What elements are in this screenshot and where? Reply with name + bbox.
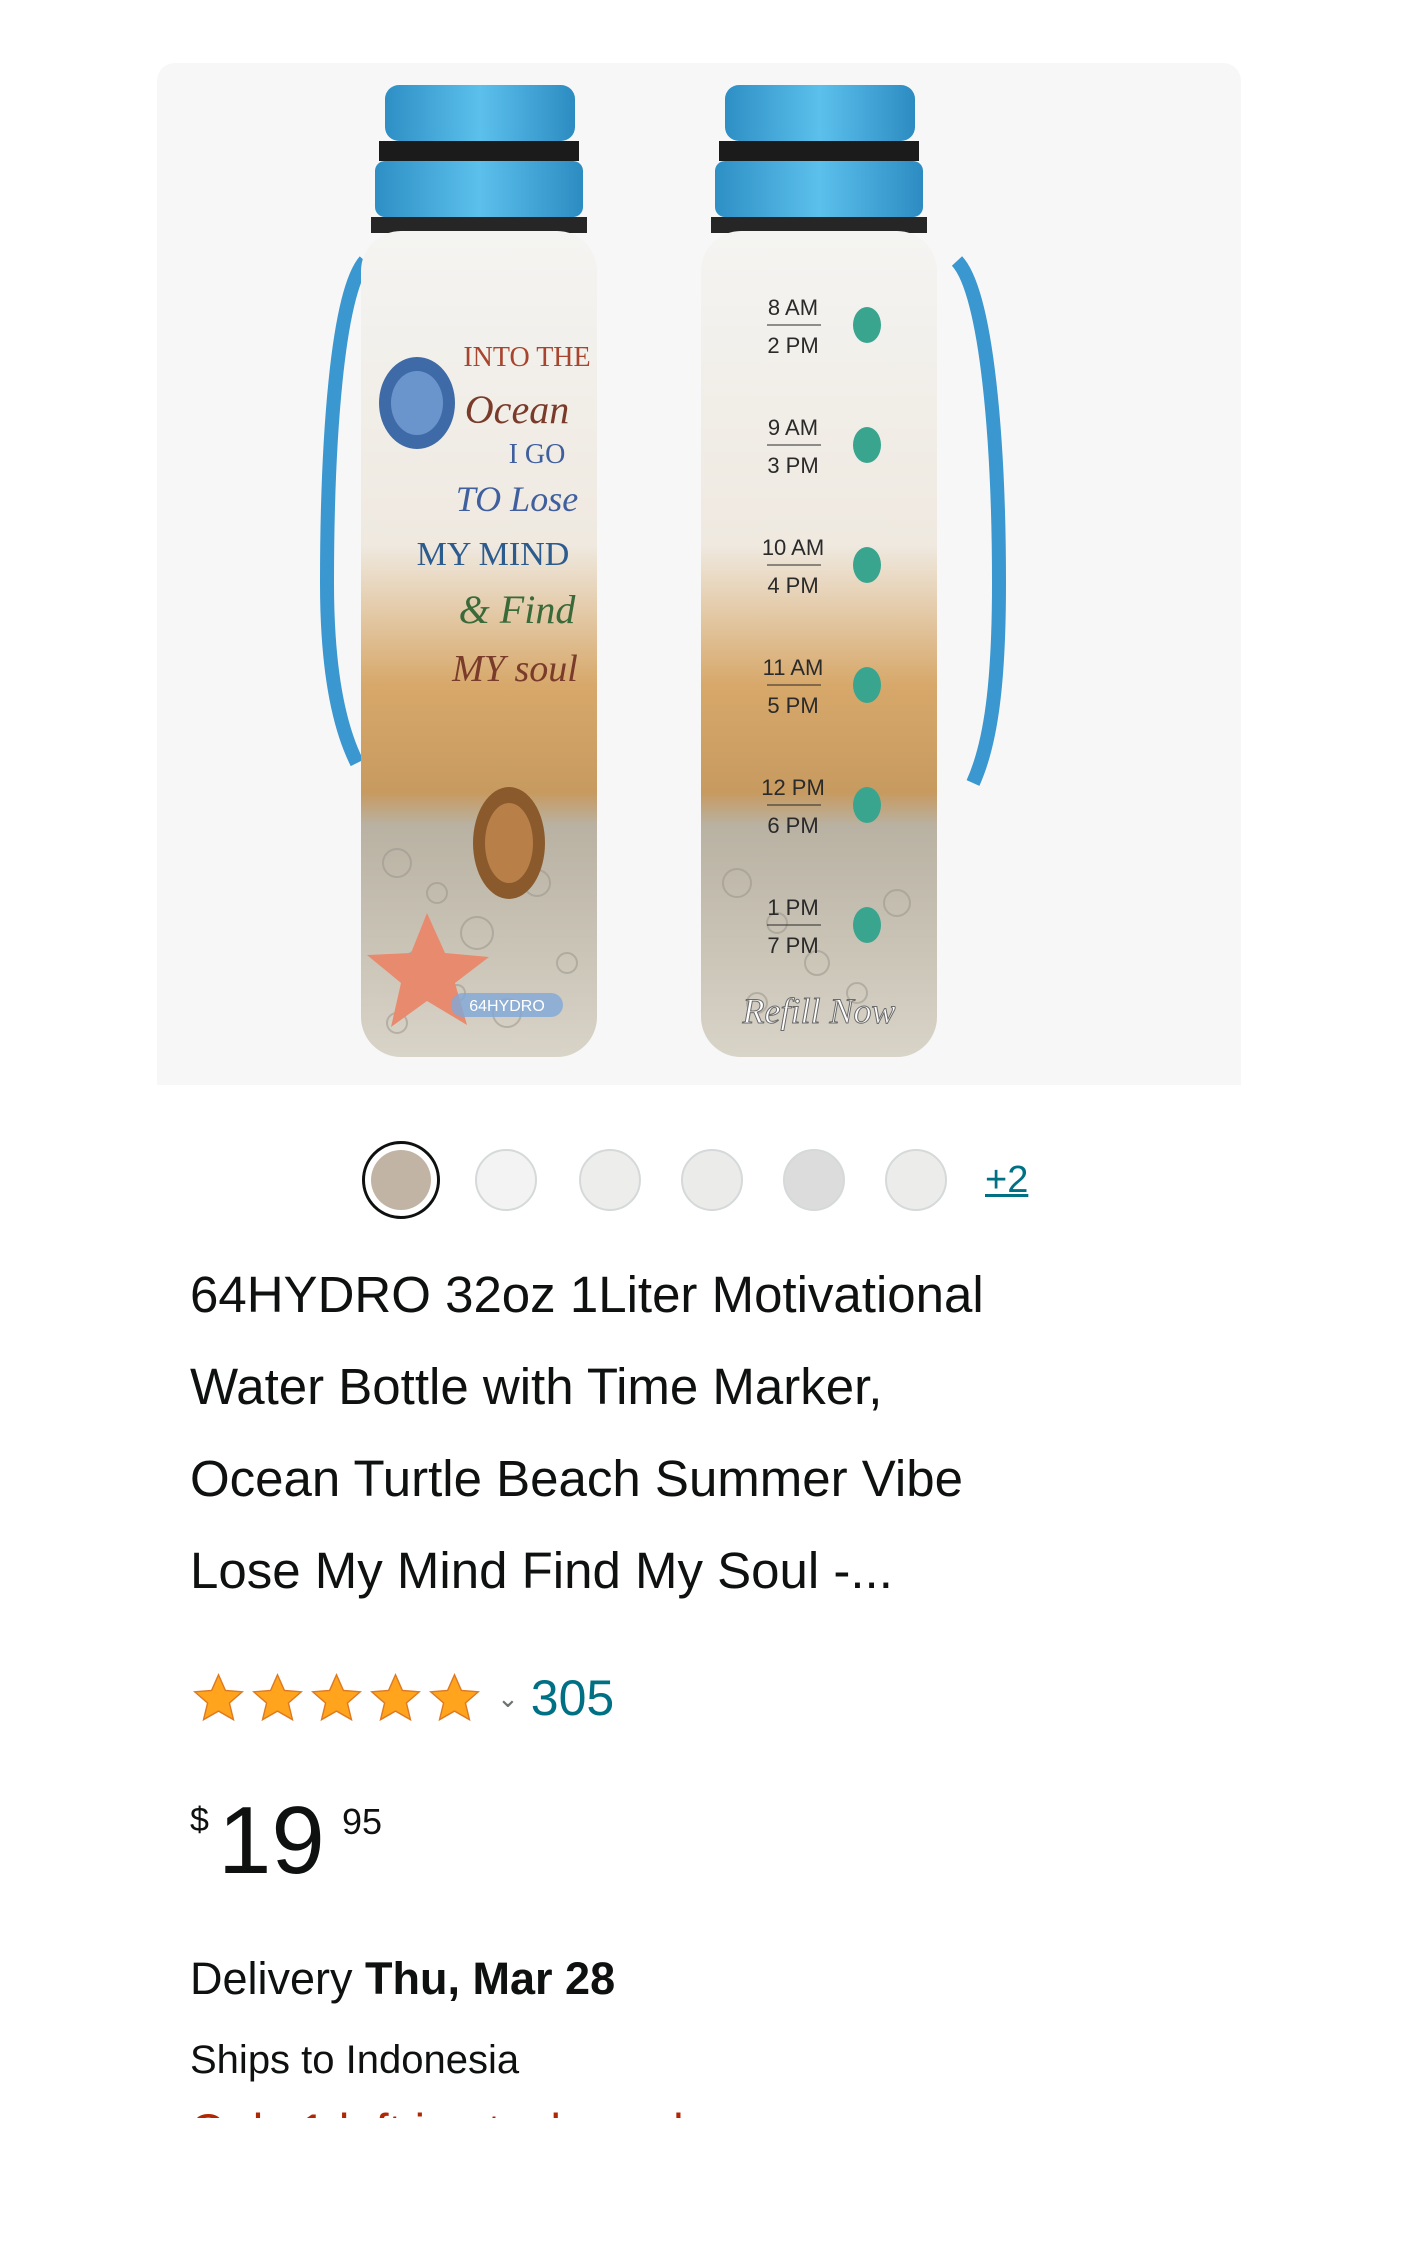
title-line: Lose My Mind Find My Soul -... [190, 1542, 893, 1599]
swatch-selected[interactable] [362, 1141, 440, 1219]
star-icon [370, 1672, 421, 1721]
star-icon [429, 1672, 480, 1721]
delivery-label: Delivery [190, 1953, 366, 2004]
svg-text:64HYDRO: 64HYDRO [469, 998, 545, 1015]
svg-text:Ocean: Ocean [465, 387, 569, 432]
swatch[interactable] [579, 1149, 641, 1211]
svg-text:2 PM: 2 PM [767, 333, 818, 358]
svg-text:1 PM: 1 PM [767, 895, 818, 920]
svg-text:MY soul: MY soul [451, 648, 578, 690]
svg-text:9 AM: 9 AM [768, 415, 818, 440]
swatch[interactable] [783, 1149, 845, 1211]
star-icon [252, 1672, 303, 1721]
delivery-date: Thu, Mar 28 [365, 1953, 616, 2004]
bottle-front: INTO THE Ocean I GO TO Lose MY MIND & Fi… [319, 85, 597, 1057]
swatch[interactable] [681, 1149, 743, 1211]
swatch[interactable] [885, 1149, 947, 1211]
chevron-down-icon[interactable]: ⌄ [497, 1683, 519, 1714]
svg-text:10 AM: 10 AM [762, 535, 824, 560]
svg-text:12 PM: 12 PM [761, 775, 825, 800]
star-rating[interactable] [190, 1670, 483, 1727]
svg-text:MY MIND: MY MIND [417, 536, 570, 573]
svg-text:8 AM: 8 AM [768, 295, 818, 320]
title-line: 64HYDRO 32oz 1Liter Motivational [190, 1266, 984, 1323]
title-line: Water Bottle with Time Marker, [190, 1358, 883, 1415]
svg-text:I GO: I GO [509, 439, 566, 470]
bottles-illustration: INTO THE Ocean I GO TO Lose MY MIND & Fi… [319, 85, 1007, 1057]
svg-text:4 PM: 4 PM [767, 573, 818, 598]
svg-text:INTO THE: INTO THE [463, 342, 590, 373]
rating-row: ⌄ 305 [190, 1663, 614, 1733]
product-card[interactable]: INTO THE Ocean I GO TO Lose MY MIND & Fi… [157, 63, 1241, 2118]
svg-text:3 PM: 3 PM [767, 453, 818, 478]
product-title[interactable]: 64HYDRO 32oz 1Liter Motivational Water B… [190, 1249, 1190, 1617]
bottle-back: 8 AM 2 PM 9 AM 3 PM 10 AM 4 PM 11 AM 5 PM 12… [701, 85, 1007, 1057]
rating-count-link[interactable]: 305 [531, 1669, 614, 1727]
price-fraction: 95 [342, 1801, 383, 1842]
price-symbol: $ [190, 1801, 209, 1839]
svg-text:11 AM: 11 AM [763, 655, 824, 680]
stock-message: Only 1 left in stock - order soon. [190, 2103, 854, 2118]
svg-text:Refill Now: Refill Now [742, 991, 896, 1031]
svg-text:& Find: & Find [459, 587, 577, 632]
star-icon [311, 1672, 362, 1721]
svg-text:7 PM: 7 PM [767, 933, 818, 958]
ships-to: Ships to Indonesia [190, 2038, 520, 2082]
svg-text:TO Lose: TO Lose [456, 479, 578, 519]
price-whole: 19 [218, 1787, 325, 1894]
star-icon [193, 1672, 244, 1721]
title-line: Ocean Turtle Beach Summer Vibe [190, 1450, 963, 1507]
swatch[interactable] [475, 1149, 537, 1211]
product-image[interactable]: INTO THE Ocean I GO TO Lose MY MIND & Fi… [157, 63, 1241, 1085]
color-swatches: +2 [157, 1129, 1241, 1219]
svg-text:5 PM: 5 PM [767, 693, 818, 718]
more-swatches-link[interactable]: +2 [985, 1159, 1028, 1202]
svg-text:6 PM: 6 PM [767, 813, 818, 838]
delivery-info: Delivery Thu, Mar 28 [190, 1953, 615, 2005]
